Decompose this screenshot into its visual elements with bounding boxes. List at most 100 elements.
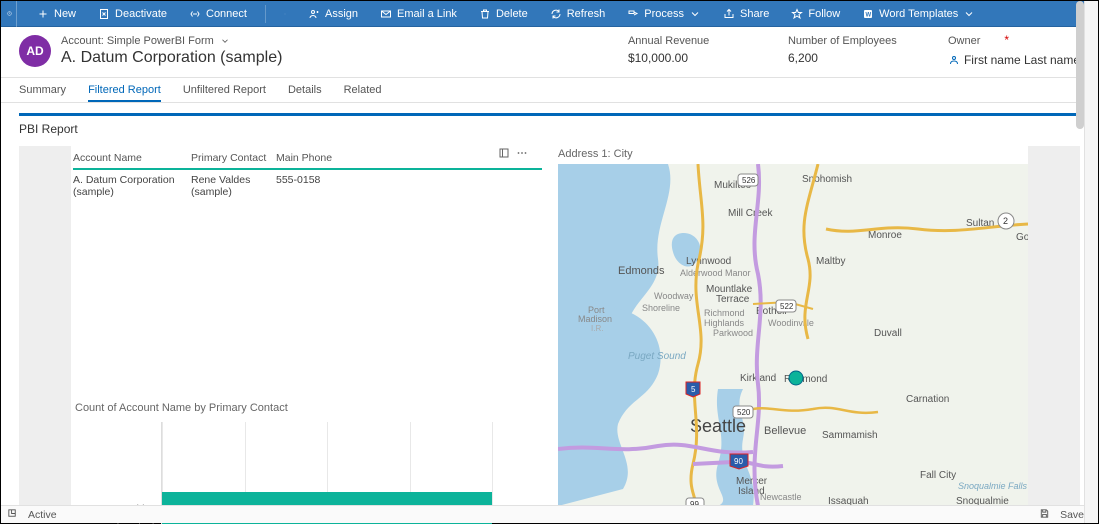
process-label: Process [644, 8, 684, 20]
svg-text:5: 5 [691, 385, 696, 394]
new-window-icon[interactable] [7, 508, 18, 522]
svg-text:Alderwood Manor: Alderwood Manor [680, 268, 751, 278]
svg-text:90: 90 [734, 457, 743, 466]
word-templates-label: Word Templates [879, 8, 958, 20]
refresh-label: Refresh [567, 8, 606, 20]
svg-text:Puget Sound: Puget Sound [628, 351, 686, 362]
status-text: Active [28, 509, 57, 521]
email-link-button[interactable]: Email a Link [376, 6, 461, 22]
svg-text:Maltby: Maltby [816, 256, 845, 267]
revenue-label: Annual Revenue [628, 35, 768, 47]
tab-unfiltered-report[interactable]: Unfiltered Report [183, 79, 266, 101]
chevron-down-icon [220, 36, 230, 46]
svg-text:Seattle: Seattle [690, 416, 746, 436]
status-bar: Active Save [1, 505, 1098, 523]
chevron-down-icon [963, 8, 975, 20]
svg-text:Snohomish: Snohomish [802, 174, 852, 185]
svg-text:Mill Creek: Mill Creek [728, 208, 773, 219]
chevron-down-icon [689, 8, 701, 20]
svg-text:Snoqualmie Falls: Snoqualmie Falls [958, 481, 1028, 491]
process-button[interactable]: Process [623, 6, 705, 22]
svg-text:Edmonds: Edmonds [618, 265, 665, 277]
svg-text:Lynnwood: Lynnwood [686, 256, 731, 267]
svg-text:Newcastle: Newcastle [760, 492, 802, 502]
avatar: AD [19, 35, 51, 67]
col-main-phone[interactable]: Main Phone [276, 148, 336, 168]
report-gutter-right [1028, 146, 1080, 514]
svg-text:Bellevue: Bellevue [764, 425, 806, 437]
owner-link[interactable]: First name Last name [948, 53, 1080, 67]
svg-text:Terrace: Terrace [716, 294, 750, 305]
tab-details[interactable]: Details [288, 79, 322, 101]
save-button[interactable]: Save [1060, 509, 1084, 521]
delete-button[interactable]: Delete [475, 6, 532, 22]
svg-text:Carnation: Carnation [906, 394, 949, 405]
refresh-button[interactable]: Refresh [546, 6, 610, 22]
connect-button[interactable]: Connect [185, 6, 251, 22]
history-icon[interactable] [7, 1, 17, 27]
assign-label: Assign [325, 8, 358, 20]
map-visual[interactable]: Puget Sound Seattle Edmonds Mukilteo Sno… [558, 164, 1028, 506]
svg-text:Woodinville: Woodinville [768, 318, 814, 328]
save-icon[interactable] [1039, 508, 1050, 522]
cell-main-phone: 555-0158 [276, 174, 336, 198]
svg-text:Gol: Gol [1016, 232, 1028, 243]
tab-related[interactable]: Related [344, 79, 382, 101]
page-title: A. Datum Corporation (sample) [61, 49, 608, 67]
follow-label: Follow [808, 8, 840, 20]
svg-text:W: W [866, 12, 872, 18]
svg-text:Fall City: Fall City [920, 470, 956, 481]
tab-summary[interactable]: Summary [19, 79, 66, 101]
deactivate-label: Deactivate [115, 8, 167, 20]
svg-text:Woodway: Woodway [654, 291, 694, 301]
scrollbar-track[interactable] [1084, 1, 1098, 523]
owner-label: Owner [948, 35, 980, 49]
tab-filtered-report[interactable]: Filtered Report [88, 79, 161, 102]
record-header: AD Account: Simple PowerBI Form A. Datum… [1, 27, 1098, 77]
svg-text:Richmond: Richmond [704, 308, 745, 318]
employees-label: Number of Employees [788, 35, 928, 47]
share-button[interactable]: Share [719, 6, 773, 22]
delete-label: Delete [496, 8, 528, 20]
svg-text:522: 522 [780, 302, 794, 311]
svg-text:Shoreline: Shoreline [642, 303, 680, 313]
deactivate-button[interactable]: Deactivate [94, 6, 171, 22]
map-data-point [789, 371, 803, 385]
employees-value: 6,200 [788, 51, 928, 65]
assign-button[interactable]: Assign [304, 6, 362, 22]
col-account-name[interactable]: Account Name [73, 148, 191, 168]
connect-label: Connect [206, 8, 247, 20]
svg-text:Highlands: Highlands [704, 318, 745, 328]
scrollbar-thumb[interactable] [1076, 1, 1084, 129]
revenue-value: $10,000.00 [628, 51, 768, 65]
map-label: Address 1: City [558, 148, 1028, 160]
svg-text:I.R.: I.R. [591, 324, 603, 333]
report-gutter-left [19, 146, 71, 514]
word-templates-button[interactable]: W Word Templates [858, 6, 979, 22]
svg-text:Madison: Madison [578, 314, 612, 324]
owner-value: First name Last name [964, 53, 1080, 67]
cell-account-name: A. Datum Corporation (sample) [73, 174, 191, 198]
follow-button[interactable]: Follow [787, 6, 844, 22]
report-table: Account Name Primary Contact Main Phone … [73, 146, 542, 202]
breadcrumb-label: Account: Simple PowerBI Form [61, 35, 214, 47]
table-row[interactable]: A. Datum Corporation (sample) Rene Valde… [73, 170, 542, 202]
svg-text:Duvall: Duvall [874, 328, 902, 339]
command-bar: New Deactivate Connect Assign Email a Li… [1, 1, 1098, 27]
cell-primary-contact: Rene Valdes (sample) [191, 174, 276, 198]
new-button[interactable]: New [33, 6, 80, 22]
form-tabs: Summary Filtered Report Unfiltered Repor… [1, 77, 1098, 103]
svg-text:Parkwood: Parkwood [713, 328, 753, 338]
new-label: New [54, 8, 76, 20]
breadcrumb[interactable]: Account: Simple PowerBI Form [61, 35, 608, 47]
svg-text:2: 2 [1003, 216, 1008, 226]
connect-dropdown[interactable] [280, 6, 290, 22]
email-link-label: Email a Link [397, 8, 457, 20]
col-primary-contact[interactable]: Primary Contact [191, 148, 276, 168]
person-icon [948, 54, 960, 66]
required-indicator: * [1004, 33, 1009, 47]
section-title: PBI Report [19, 116, 1080, 146]
chart-title: Count of Account Name by Primary Contact [75, 402, 492, 414]
svg-text:Sammamish: Sammamish [822, 430, 878, 441]
share-label: Share [740, 8, 769, 20]
